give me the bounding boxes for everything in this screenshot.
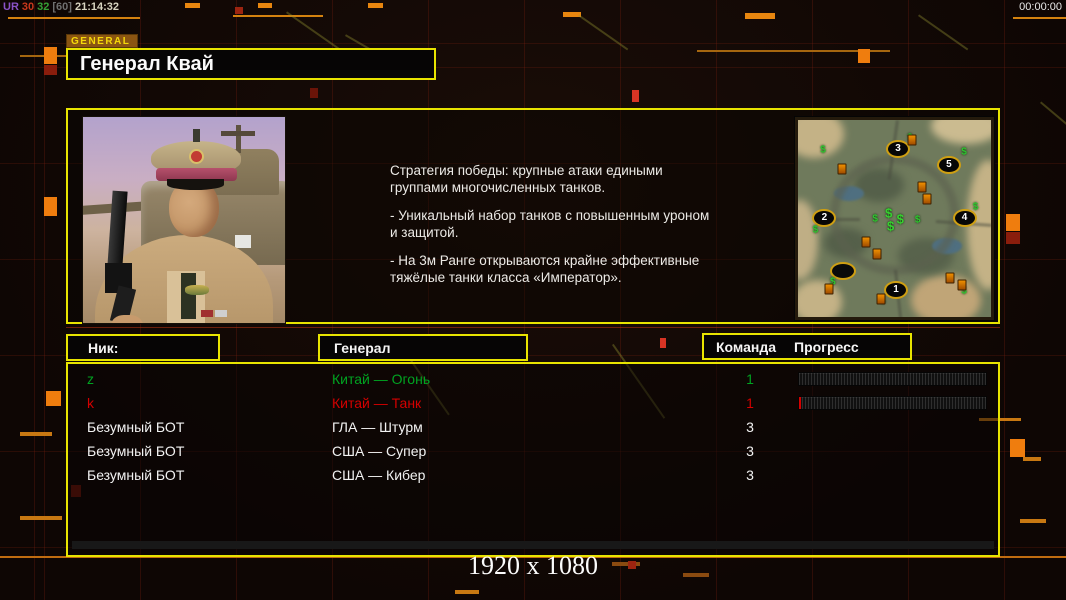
player-nick: k [87, 395, 94, 411]
players-panel: z Китай — Огонь 1 k Китай — Танк 1 Безум… [66, 362, 1000, 557]
header-box-team-progress: Команда Прогресс [702, 333, 912, 360]
strategy-briefing: Стратегия победы: крупные атаки едиными … [390, 162, 725, 297]
map-preview: 35241$$$$$$$$$$$$$ [795, 117, 994, 320]
player-row: z Китай — Огонь 1 [68, 367, 998, 391]
debug-tag: UR [3, 1, 19, 13]
load-progress-bar [798, 396, 987, 410]
general-info-panel: Стратегия победы: крупные атаки едиными … [66, 108, 1000, 324]
map-marker-center: $ [887, 218, 895, 234]
general-badge [185, 285, 209, 295]
debug-overlay: UR 30 32 [60] 21:14:32 [3, 1, 122, 13]
progress-header-label: Прогресс [794, 338, 859, 355]
map-marker-money: $ [812, 224, 819, 236]
player-nick: Безумный БОТ [87, 419, 185, 435]
map-marker-oil [922, 193, 932, 205]
player-nick: Безумный БОТ [87, 443, 185, 459]
map-marker-oil [824, 283, 834, 295]
map-marker-5: 5 [936, 156, 961, 175]
general-portrait [82, 116, 286, 324]
map-marker-money: $ [961, 146, 967, 158]
page-title: Генерал Квай [80, 52, 214, 75]
briefing-paragraph: - Уникальный набор танков с повышенным у… [390, 208, 710, 240]
player-general: Китай — Огонь [332, 371, 431, 387]
general-ribbon [215, 310, 227, 317]
general-ribbon [201, 310, 213, 317]
player-team: 3 [746, 443, 754, 459]
map-marker-oil [872, 248, 882, 260]
player-team: 3 [746, 467, 754, 483]
player-team: 1 [746, 371, 754, 387]
map-markers: 35241$$$$$$$$$$$$$ [798, 120, 991, 317]
player-team: 3 [746, 419, 754, 435]
general-tie [181, 273, 196, 319]
load-progress-bar [798, 372, 987, 386]
panel-bottom-strip [72, 541, 994, 549]
general-title-box: Генерал Квай [66, 48, 436, 80]
player-general: Китай — Танк [332, 395, 422, 411]
map-marker-money: $ [972, 201, 979, 213]
player-row: Безумный БОТ ГЛА — Штурм 3 [68, 415, 998, 439]
header-box-nick: Ник: [66, 334, 220, 361]
header-box-general: Генерал [318, 334, 528, 361]
loading-screen: UR 30 32 [60] 21:14:32 00:00:00 GENERAL Гене… [0, 0, 1066, 600]
map-marker-oil [907, 134, 917, 146]
player-nick: Безумный БОТ [87, 467, 185, 483]
map-marker-oil [876, 293, 886, 305]
debug-clock: 21:14:32 [74, 1, 119, 13]
players-rows: z Китай — Огонь 1 k Китай — Танк 1 Безум… [68, 367, 998, 487]
player-nick: z [87, 371, 94, 387]
map-marker-oil [861, 236, 871, 248]
debug-bracket: [60] [52, 1, 72, 13]
briefing-paragraph: Стратегия победы: крупные атаки едиными … [390, 163, 663, 195]
map-marker-center: $ [896, 211, 904, 226]
map-marker-1: 1 [884, 280, 909, 299]
match-timer: 00:00:00 [1019, 1, 1062, 13]
cap-visor [167, 179, 224, 190]
map-marker-oil [837, 163, 847, 175]
tank-antenna-bar [221, 131, 255, 136]
resolution-label: 1920 x 1080 [468, 551, 598, 580]
general-hand [111, 315, 143, 323]
map-marker-money: $ [820, 144, 826, 156]
nick-header-label: Ник: [88, 339, 119, 356]
general-tab-label: GENERAL [66, 34, 138, 48]
map-marker-oil [957, 279, 967, 291]
general-header-label: Генерал [334, 339, 391, 356]
map-marker-oil [917, 181, 927, 193]
map-marker-center: $ [885, 205, 893, 221]
player-row: k Китай — Танк 1 [68, 391, 998, 415]
briefing-paragraph: - На 3м Ранге открываются крайне эффекти… [390, 253, 700, 285]
debug-num2: 32 [37, 1, 50, 13]
map-marker-oil [945, 272, 955, 284]
player-general: США — Кибер [332, 467, 426, 483]
map-marker-money: $ [914, 214, 921, 226]
map-marker-money: $ [872, 213, 878, 224]
load-progress-fill [799, 397, 801, 409]
player-team: 1 [746, 395, 754, 411]
cap-star-emblem [189, 149, 204, 164]
cap-ornament [193, 129, 200, 142]
player-row: Безумный БОТ США — Кибер 3 [68, 463, 998, 487]
player-general: ГЛА — Штурм [332, 419, 423, 435]
tank-antenna [236, 125, 241, 153]
tank-sign [235, 235, 251, 248]
player-row: Безумный БОТ США — Супер 3 [68, 439, 998, 463]
team-header-label: Команда [716, 338, 776, 355]
debug-num1: 30 [21, 1, 35, 13]
player-general: США — Супер [332, 443, 427, 459]
